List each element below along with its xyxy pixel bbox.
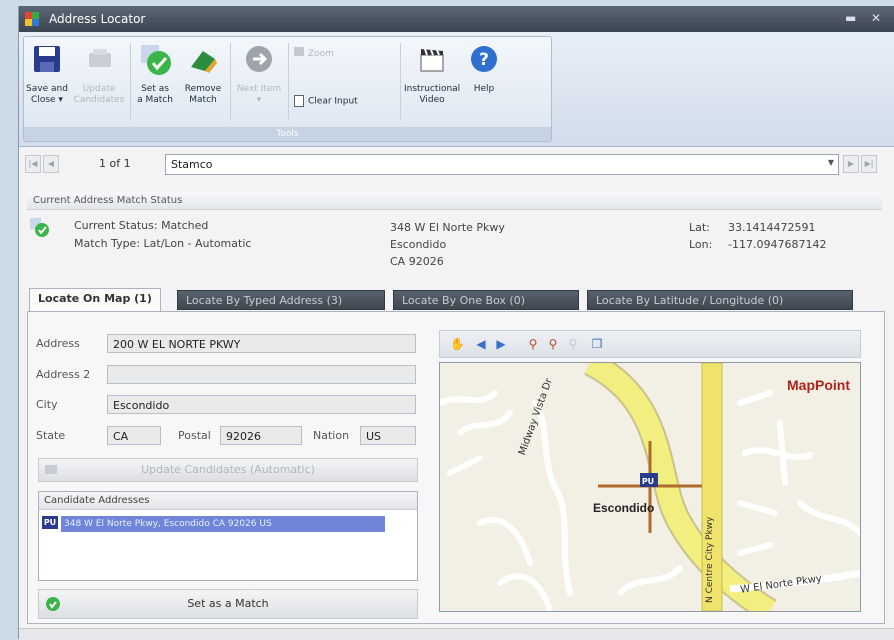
zoom-button[interactable]: Zoom (294, 47, 334, 59)
state-field[interactable]: CA (107, 426, 161, 445)
address-locator-window: Address Locator ▬ ✕ Save and Close ▾ Upd… (18, 6, 894, 640)
tools-group: Save and Close ▾ Update Candidates Set a… (23, 36, 552, 142)
tab-locate-by-typed-address[interactable]: Locate By Typed Address (3) (177, 290, 385, 310)
remove-match-button[interactable]: Remove Match (180, 41, 226, 106)
update-candidates-automatic-button[interactable]: Update Candidates (Automatic) (38, 458, 418, 482)
set-as-match-button[interactable]: Set as a Match (134, 41, 176, 106)
matched-address-line1: 348 W El Norte Pkwy (390, 221, 505, 234)
tab-locate-by-lat-long[interactable]: Locate By Latitude / Longitude (0) (587, 290, 853, 310)
ribbon-separator (130, 43, 131, 121)
record-selector[interactable]: Stamco ▼ (165, 154, 839, 175)
title-bar: Address Locator ▬ ✕ (19, 6, 894, 32)
forward-arrow-icon[interactable]: ▶ (494, 337, 508, 351)
lon-label: Lon: (689, 238, 713, 251)
zoom-icon (294, 47, 304, 56)
update-candidates-icon (89, 49, 111, 67)
update-icon (45, 465, 57, 474)
clear-input-icon (294, 95, 304, 107)
matched-status-icon (30, 218, 49, 237)
candidate-addresses-list: Candidate Addresses PU 348 W El Norte Pk… (38, 491, 418, 581)
map-toolbar: ✋ ◀ ▶ ⚲ ⚲ ⚲ ❐ (439, 330, 861, 358)
clear-input-button[interactable]: Clear Input (294, 95, 358, 107)
map-street-label-centre-city: N Centre City Pkwy (705, 516, 715, 603)
record-pager: 1 of 1 (99, 157, 131, 170)
address2-label: Address 2 (36, 368, 91, 381)
ribbon-separator (230, 43, 231, 121)
postal-field[interactable]: 92026 (220, 426, 302, 445)
match-type-text: Match Type: Lat/Lon - Automatic (74, 237, 252, 250)
app-icon (25, 12, 39, 26)
set-as-a-match-button[interactable]: Set as a Match (38, 589, 418, 619)
save-icon (34, 46, 60, 72)
window-title: Address Locator (49, 12, 146, 26)
candidate-row[interactable]: 348 W El Norte Pkwy, Escondido CA 92026 … (61, 516, 385, 532)
ribbon: Save and Close ▾ Update Candidates Set a… (19, 32, 894, 147)
previous-record-button[interactable]: ◀ (43, 155, 59, 173)
map-city-label: Escondido (593, 501, 655, 515)
next-item-button[interactable]: Next Item ▾ (234, 41, 284, 106)
update-candidates-button[interactable]: Update Candidates (72, 41, 126, 106)
address-label: Address (36, 337, 80, 350)
group-label: Tools (24, 127, 551, 141)
address2-field[interactable] (107, 365, 416, 384)
city-field[interactable]: Escondido (107, 395, 416, 414)
set-match-icon (141, 45, 171, 75)
zoom-out-icon[interactable]: ⚲ (546, 337, 560, 351)
nation-field[interactable]: US (360, 426, 416, 445)
first-record-button[interactable]: |◀ (25, 155, 41, 173)
lat-value: 33.1414472591 (728, 221, 816, 234)
map-pushpin-icon: PU (642, 477, 654, 486)
tab-locate-on-map[interactable]: Locate On Map (1) (29, 288, 161, 311)
matched-address-line2: Escondido (390, 238, 447, 251)
match-status-header: Current Address Match Status (27, 192, 882, 210)
eraser-icon (191, 51, 217, 73)
ribbon-separator (400, 43, 401, 121)
record-navigator: |◀ ◀ 1 of 1 Stamco ▼ ▶ ▶| (19, 150, 894, 178)
lon-value: -117.0947687142 (728, 238, 827, 251)
tab-locate-by-one-box[interactable]: Locate By One Box (0) (393, 290, 579, 310)
ribbon-separator (288, 43, 289, 121)
nation-label: Nation (313, 429, 350, 442)
current-status-text: Current Status: Matched (74, 219, 209, 232)
clapperboard-icon (420, 48, 444, 72)
close-icon[interactable]: ✕ (871, 11, 881, 25)
minimize-icon[interactable]: ▬ (845, 11, 856, 25)
svg-text:?: ? (479, 50, 489, 70)
last-record-button[interactable]: ▶| (861, 155, 877, 173)
state-label: State (36, 429, 66, 442)
back-arrow-icon[interactable]: ◀ (474, 337, 488, 351)
map-view[interactable]: PU MapPoint Escondido Midway Vista Dr N … (439, 362, 861, 612)
zoom-in-icon[interactable]: ⚲ (526, 337, 540, 351)
candidate-addresses-header: Candidate Addresses (39, 492, 417, 510)
set-match-icon (46, 597, 60, 611)
save-and-close-button[interactable]: Save and Close ▾ (26, 41, 68, 106)
matched-address-line3: CA 92026 (390, 255, 444, 268)
help-icon: ? (471, 46, 497, 72)
zoom-reset-icon[interactable]: ⚲ (566, 337, 580, 351)
instructional-video-button[interactable]: Instructional Video (404, 41, 460, 106)
pan-hand-icon[interactable]: ✋ (450, 337, 465, 351)
map-canvas: PU (440, 363, 860, 611)
city-label: City (36, 398, 58, 411)
copy-map-icon[interactable]: ❐ (590, 337, 604, 351)
chevron-down-icon: ▼ (827, 158, 834, 167)
help-button[interactable]: ? Help (464, 41, 504, 95)
status-strip (19, 628, 894, 640)
flag-icon: PU (42, 516, 58, 529)
address-field[interactable]: 200 W EL NORTE PKWY (107, 334, 416, 353)
postal-label: Postal (178, 429, 211, 442)
next-arrow-icon (246, 46, 272, 72)
next-record-button[interactable]: ▶ (843, 155, 859, 173)
mappoint-logo: MapPoint (787, 377, 850, 393)
lat-label: Lat: (689, 221, 710, 234)
